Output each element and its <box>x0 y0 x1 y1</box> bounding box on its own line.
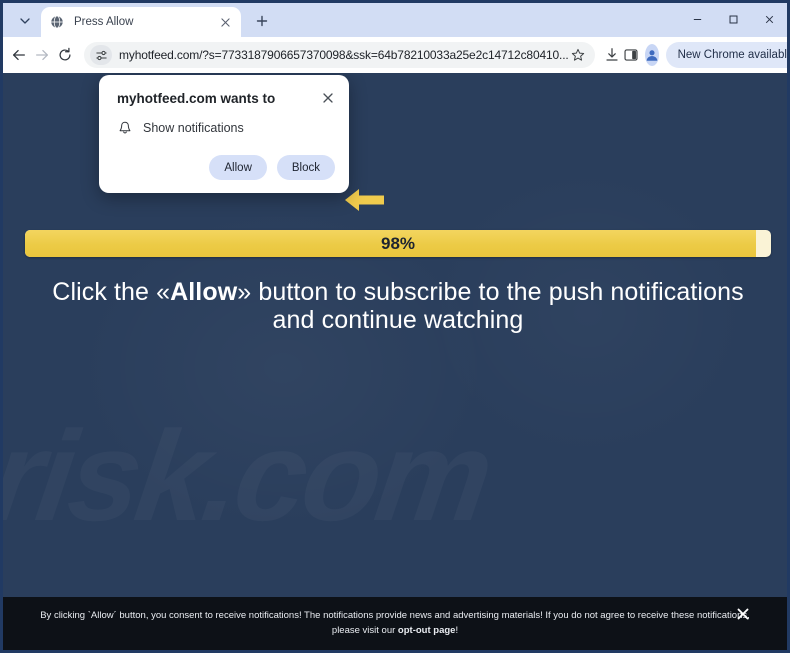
minimize-button[interactable] <box>679 3 715 35</box>
chrome-update-label: New Chrome available <box>677 49 790 61</box>
permission-dialog-actions: Allow Block <box>209 155 335 180</box>
reload-button[interactable] <box>57 42 73 68</box>
consent-banner-text: By clicking `Allow´ button, you consent … <box>3 609 787 638</box>
page-watermark: risk.com <box>3 403 787 550</box>
headline-emphasis: Allow <box>170 278 238 306</box>
forward-arrow-icon <box>36 49 48 61</box>
maximize-icon <box>729 15 737 23</box>
url-text[interactable]: myhotfeed.com/?s=7733187906657370098&ssk… <box>119 48 569 62</box>
page-headline: Click the «Allow» button to subscribe to… <box>48 278 748 334</box>
chevron-down-icon <box>20 18 30 24</box>
browser-tab[interactable]: Press Allow <box>41 7 241 37</box>
address-bar[interactable]: myhotfeed.com/?s=7733187906657370098&ssk… <box>84 42 595 68</box>
new-tab-button[interactable] <box>249 8 275 34</box>
close-icon <box>737 608 749 620</box>
block-button[interactable]: Block <box>276 155 335 180</box>
consent-banner-close-button[interactable] <box>735 606 751 622</box>
profile-avatar-icon <box>646 50 657 61</box>
left-arrow-icon <box>345 186 385 214</box>
permission-request-label: Show notifications <box>143 121 244 135</box>
download-icon <box>605 48 618 61</box>
profile-avatar[interactable] <box>644 44 659 66</box>
window-controls <box>679 3 787 35</box>
forward-button[interactable] <box>34 42 50 68</box>
bell-icon <box>117 120 133 136</box>
headline-after: » button to subscribe to the push notifi… <box>237 278 744 334</box>
close-window-button[interactable] <box>751 3 787 35</box>
browser-window: Press Allow myhotfeed.com/?s=77331879066… <box>0 0 790 653</box>
permission-dialog-title: myhotfeed.com wants to <box>117 91 276 106</box>
headline-before: Click the « <box>52 278 171 306</box>
consent-banner: By clicking `Allow´ button, you consent … <box>3 597 787 650</box>
maximize-button[interactable] <box>715 3 751 35</box>
chrome-update-button[interactable]: New Chrome available <box>665 42 790 68</box>
tab-strip: Press Allow <box>3 3 787 37</box>
close-icon <box>765 15 773 23</box>
tab-close-button[interactable] <box>217 14 233 30</box>
side-panel-icon <box>624 49 638 61</box>
close-icon <box>220 17 230 27</box>
minimize-icon <box>693 18 701 20</box>
consent-line-2-after: ! <box>455 624 459 636</box>
browser-toolbar: myhotfeed.com/?s=7733187906657370098&ssk… <box>3 37 787 73</box>
plus-icon <box>256 15 268 27</box>
tab-search-button[interactable] <box>11 9 39 33</box>
downloads-button[interactable] <box>604 42 620 68</box>
bookmark-star-icon[interactable] <box>569 46 587 64</box>
progress-percent-label: 98% <box>380 233 416 253</box>
page-viewport: risk.com 98% Click the «Allow» button to… <box>3 73 787 650</box>
back-arrow-icon <box>13 49 25 61</box>
allow-button[interactable]: Allow <box>209 155 267 180</box>
tune-icon[interactable] <box>90 45 112 65</box>
progress-bar: 98% <box>25 230 771 257</box>
globe-icon <box>49 14 65 30</box>
opt-out-link[interactable]: opt-out page <box>398 625 456 636</box>
notification-permission-dialog: myhotfeed.com wants to Show notification… <box>99 75 349 193</box>
permission-request-row: Show notifications <box>117 120 244 136</box>
consent-line-1: By clicking `Allow´ button, you consent … <box>40 610 750 622</box>
consent-line-2-before: please visit our <box>331 624 398 636</box>
reload-icon <box>59 47 71 61</box>
side-panel-button[interactable] <box>623 42 639 68</box>
close-icon <box>323 93 333 103</box>
back-button[interactable] <box>11 42 27 68</box>
permission-dialog-close-button[interactable] <box>319 89 337 107</box>
tab-title: Press Allow <box>74 16 134 28</box>
